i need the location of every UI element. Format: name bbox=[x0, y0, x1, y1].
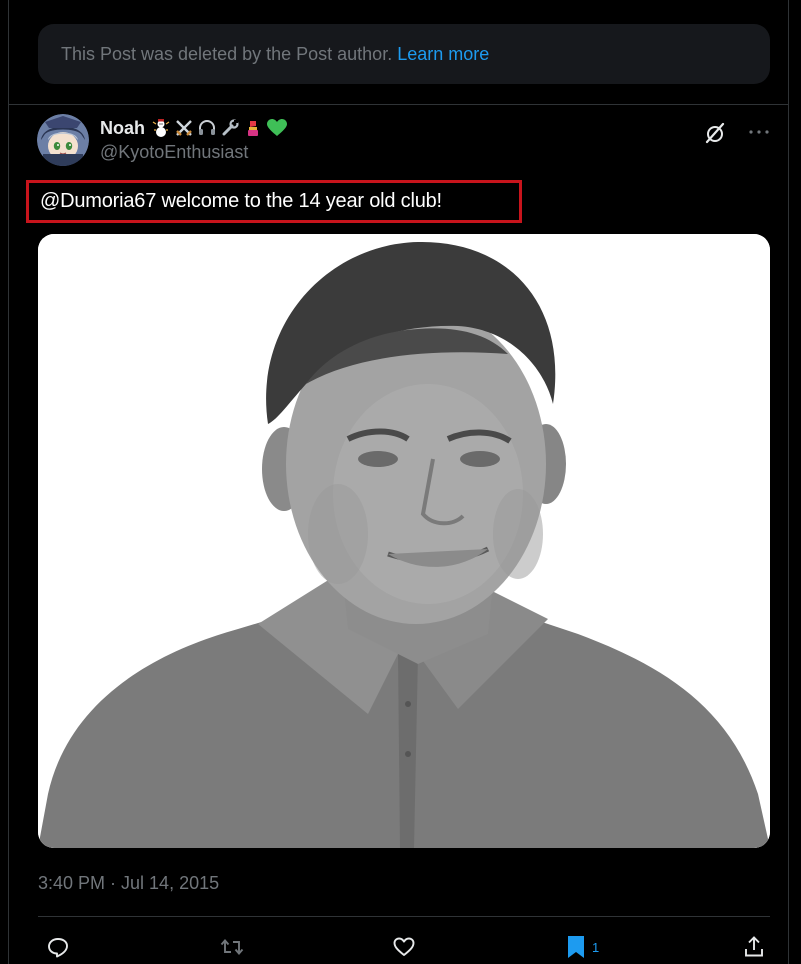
repost-button[interactable] bbox=[219, 934, 245, 960]
post-detail-view: This Post was deleted by the Post author… bbox=[0, 0, 801, 964]
green-heart-icon bbox=[267, 119, 287, 136]
author-display-name[interactable]: Noah bbox=[100, 118, 145, 139]
tweet-media-image[interactable] bbox=[38, 234, 770, 848]
name-emoji-row bbox=[151, 118, 288, 138]
column-border-right bbox=[788, 0, 789, 964]
share-button[interactable] bbox=[742, 934, 766, 960]
grok-icon[interactable] bbox=[703, 121, 727, 145]
share-icon bbox=[745, 936, 763, 957]
tweet-timestamp[interactable]: 3:40 PM · Jul 14, 2015 bbox=[38, 873, 219, 894]
crossed-swords-icon bbox=[176, 120, 192, 136]
learn-more-link[interactable]: Learn more bbox=[397, 44, 489, 65]
reply-button[interactable] bbox=[46, 934, 70, 960]
tweet-text-highlight: @Dumoria67 welcome to the 14 year old cl… bbox=[26, 180, 522, 223]
avatar[interactable] bbox=[37, 114, 89, 166]
deleted-post-notice: This Post was deleted by the Post author… bbox=[38, 24, 770, 84]
bookmark-icon bbox=[568, 936, 584, 958]
bookmark-button[interactable]: 1 bbox=[566, 934, 599, 960]
actions-divider bbox=[38, 916, 770, 917]
author-handle[interactable]: @KyotoEnthusiast bbox=[100, 142, 248, 163]
wrench-icon bbox=[222, 119, 239, 136]
heart-icon bbox=[393, 937, 415, 956]
deleted-notice-text: This Post was deleted by the Post author… bbox=[61, 43, 393, 64]
author-name-row[interactable]: Noah bbox=[100, 116, 288, 140]
reply-icon bbox=[48, 938, 68, 958]
bookmark-count: 1 bbox=[592, 939, 600, 955]
lipstick-icon bbox=[248, 121, 258, 136]
headphones-icon bbox=[199, 120, 215, 135]
repost-icon bbox=[220, 939, 244, 955]
portrait-photo bbox=[38, 234, 770, 848]
tweet-text: @Dumoria67 welcome to the 14 year old cl… bbox=[40, 190, 442, 212]
more-options-icon[interactable] bbox=[746, 120, 772, 144]
thread-divider bbox=[9, 104, 788, 105]
like-button[interactable] bbox=[392, 934, 416, 960]
column-border-left bbox=[8, 0, 9, 964]
snowman-icon bbox=[152, 119, 170, 137]
